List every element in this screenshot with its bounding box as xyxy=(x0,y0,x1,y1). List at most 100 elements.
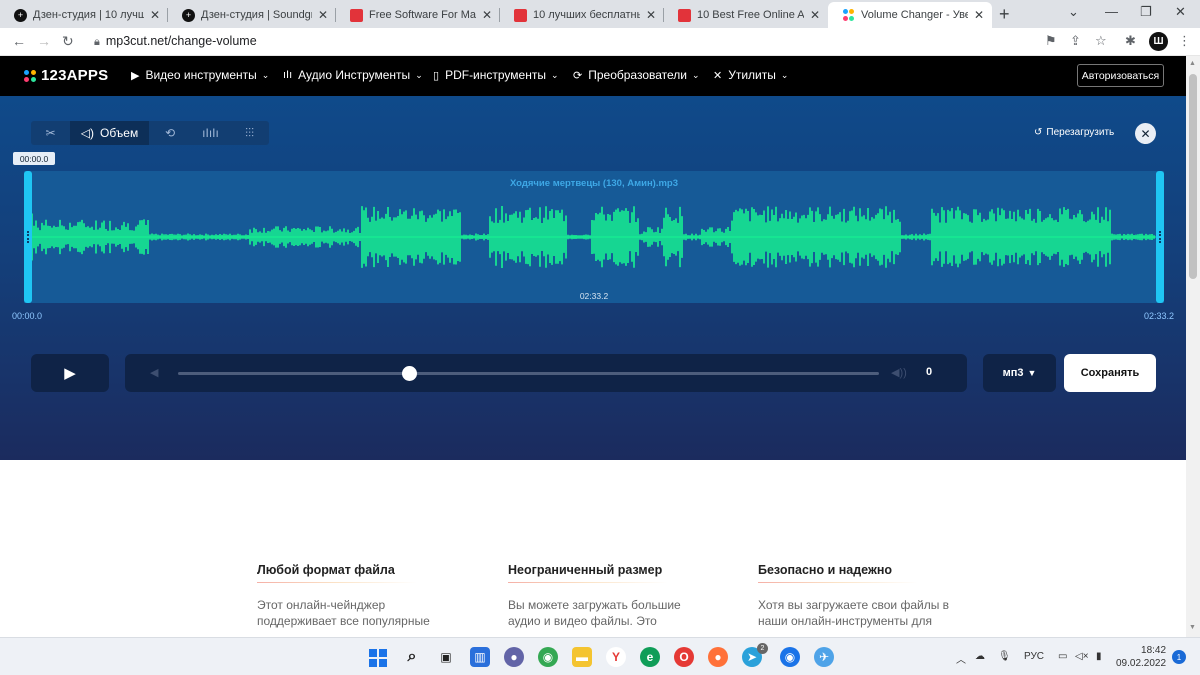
explorer-icon[interactable]: ▬ xyxy=(572,647,592,667)
battery-icon[interactable]: ▮ xyxy=(1096,651,1102,662)
browser-tab[interactable]: + Дзен-студия | Soundgrams ✕ xyxy=(168,2,336,28)
end-handle[interactable] xyxy=(1156,171,1164,303)
profile-avatar[interactable]: Ш xyxy=(1149,32,1168,51)
back-icon[interactable]: ← xyxy=(12,33,26,49)
login-button[interactable]: Авторизоваться xyxy=(1077,64,1164,87)
url-text: mp3cut.net/change-volume xyxy=(105,34,257,48)
start-handle[interactable] xyxy=(24,171,32,303)
close-tab-icon[interactable]: ✕ xyxy=(150,8,160,22)
red-logo-icon xyxy=(514,8,527,22)
task-view-icon[interactable]: ▣ xyxy=(436,647,456,667)
speaker-tray-icon[interactable]: ◁× xyxy=(1075,651,1089,662)
chrome-icon[interactable]: ◉ xyxy=(538,647,558,667)
waveform-icon: ıIıIı xyxy=(202,126,219,140)
page-scrollbar[interactable]: ▲ ▼ xyxy=(1186,56,1200,637)
red-logo-icon xyxy=(350,8,363,22)
share-icon[interactable]: ⇪ xyxy=(1070,33,1081,49)
search-icon[interactable]: ⌕ xyxy=(402,647,422,667)
opera-icon[interactable]: O xyxy=(674,647,694,667)
close-tab-icon[interactable]: ✕ xyxy=(810,8,820,22)
tool-label: Объем xyxy=(100,126,139,140)
menu-utilities[interactable]: ✕ Утилиты ⌄ xyxy=(713,68,788,82)
reload-page-icon[interactable]: ↻ xyxy=(62,33,74,50)
taskbar-clock[interactable]: 18:42 09.02.2022 xyxy=(1116,644,1166,670)
display-icon[interactable]: ▭ xyxy=(1058,651,1067,662)
start-icon[interactable] xyxy=(368,647,388,667)
feature-text: Этот онлайн-чейнджер поддерживает все по… xyxy=(257,598,430,631)
browser-tab[interactable]: Free Software For Mac & W ✕ xyxy=(336,2,500,28)
123apps-logo-icon xyxy=(24,69,36,82)
menu-audio-tools[interactable]: ıIı Аудио Инструменты ⌄ xyxy=(283,68,423,82)
menu-video-tools[interactable]: ▶ Видео инструменты ⌄ xyxy=(131,68,269,82)
volume-high-icon: ◀)) xyxy=(891,367,907,379)
widgets-icon[interactable]: ▥ xyxy=(470,647,490,667)
window-close-icon[interactable]: ✕ xyxy=(1175,4,1186,20)
sliders-icon: ⫶⫶⫶ xyxy=(244,125,254,140)
feature-any-format: Любой формат файла Этот онлайн-чейнджер … xyxy=(257,563,462,631)
chrome-profile-icon[interactable]: ◉ xyxy=(780,647,800,667)
feature-unlimited-size: Неограниченный размер Вы можете загружат… xyxy=(508,563,713,631)
close-tab-icon[interactable]: ✕ xyxy=(974,8,984,22)
reload-button[interactable]: ↺ Перезагрузить xyxy=(1034,127,1114,138)
scroll-up-icon[interactable]: ▲ xyxy=(1189,60,1196,67)
network-tray-icon[interactable]: ☁ xyxy=(975,651,985,662)
minimize-icon[interactable]: — xyxy=(1105,4,1118,19)
forward-icon[interactable]: → xyxy=(37,33,51,49)
edge-icon[interactable]: e xyxy=(640,647,660,667)
menu-label: PDF-инструменты xyxy=(445,68,546,82)
dzen-icon: + xyxy=(14,8,27,22)
new-tab-icon[interactable]: + xyxy=(999,4,1010,25)
scroll-down-icon[interactable]: ▼ xyxy=(1189,624,1196,631)
close-tab-icon[interactable]: ✕ xyxy=(482,8,492,22)
close-tab-icon[interactable]: ✕ xyxy=(646,8,656,22)
language-indicator[interactable]: РУС xyxy=(1024,651,1044,662)
microphone-icon[interactable]: 🎙︎ xyxy=(998,651,1011,662)
notification-badge[interactable]: 1 xyxy=(1172,650,1186,664)
menu-pdf-tools[interactable]: ▯ PDF-инструменты ⌄ xyxy=(433,68,559,82)
bookmark-star-icon[interactable]: ☆ xyxy=(1095,33,1107,49)
volume-slider[interactable] xyxy=(178,366,879,381)
restore-icon[interactable]: ❐ xyxy=(1140,4,1152,20)
equalizer-tool-button[interactable]: ıIıIı xyxy=(191,121,230,145)
browser-tab[interactable]: 10 Best Free Online Audio ✕ xyxy=(664,2,828,28)
tab-search-icon[interactable]: ⌄ xyxy=(1068,4,1079,20)
feature-title: Неограниченный размер xyxy=(508,563,663,577)
tray-chevron-icon[interactable]: ︿ xyxy=(956,651,966,666)
browser-menu-icon[interactable]: ⋮ xyxy=(1178,33,1191,49)
clock-time: 18:42 xyxy=(1141,645,1167,656)
feature-text: Вы можете загружать большие аудио и виде… xyxy=(508,598,681,631)
url-field[interactable]: 🔒︎ mp3cut.net/change-volume xyxy=(94,34,257,49)
translate-icon[interactable]: ⚑ xyxy=(1045,33,1057,49)
close-tab-icon[interactable]: ✕ xyxy=(318,8,328,22)
browser-tab-bar: + Дзен-студия | 10 лучших б ✕ + Дзен-сту… xyxy=(0,0,1200,28)
cut-tool-button[interactable]: ✂ xyxy=(31,121,70,145)
menu-converters[interactable]: ⟳ Преобразователи ⌄ xyxy=(573,68,700,82)
browser-tab[interactable]: 10 лучших бесплатных он ✕ xyxy=(500,2,664,28)
site-logo[interactable]: 123APPS xyxy=(24,67,108,84)
firefox-icon[interactable]: ● xyxy=(708,647,728,667)
play-button[interactable]: ▶ xyxy=(31,354,109,392)
speed-tool-button[interactable]: ⟲ xyxy=(149,121,191,145)
settings-tool-button[interactable]: ⫶⫶⫶ xyxy=(230,121,269,145)
browser-tab-active[interactable]: Volume Changer - Увелич ✕ xyxy=(828,2,992,28)
scroll-thumb[interactable] xyxy=(1189,74,1197,279)
grip-icon xyxy=(27,231,29,243)
speaker-icon: ◁) xyxy=(80,126,94,140)
extensions-icon[interactable]: ✱ xyxy=(1125,33,1136,49)
app-icon[interactable]: ✈ xyxy=(814,647,834,667)
save-button[interactable]: Сохранять xyxy=(1064,354,1156,392)
caret-down-icon: ▼ xyxy=(1027,368,1037,378)
volume-slider-knob[interactable] xyxy=(402,366,418,381)
close-editor-button[interactable]: ✕ xyxy=(1135,123,1156,144)
feature-underline xyxy=(758,582,918,583)
chevron-down-icon: ⌄ xyxy=(691,69,700,80)
format-select[interactable]: мп3 ▼ xyxy=(983,354,1056,392)
waveform xyxy=(32,206,1156,268)
feature-underline xyxy=(257,582,417,583)
chat-icon[interactable]: ● xyxy=(504,647,524,667)
browser-tab[interactable]: + Дзен-студия | 10 лучших б ✕ xyxy=(0,2,168,28)
waveform-area[interactable]: Ходячие мертвецы (130, Амин).mp3 02:33.2 xyxy=(24,171,1164,303)
scissors-icon: ✂ xyxy=(45,126,56,140)
yandex-icon[interactable]: Y xyxy=(606,647,626,667)
volume-tool-button[interactable]: ◁) Объем xyxy=(70,121,149,145)
